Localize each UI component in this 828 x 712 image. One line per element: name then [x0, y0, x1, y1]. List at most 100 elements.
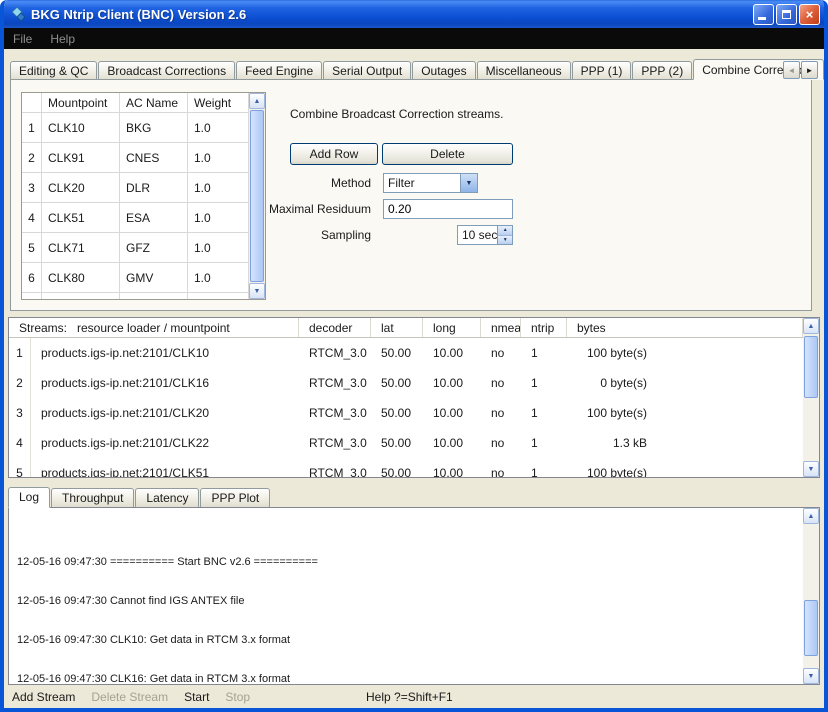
- scrollbar-thumb[interactable]: [804, 600, 818, 656]
- row-number: 2: [22, 143, 42, 173]
- cell-long: 10.00: [423, 458, 481, 477]
- header-bytes: bytes: [567, 318, 803, 337]
- cell-weight[interactable]: 1.0: [188, 113, 249, 143]
- scrollbar-track[interactable]: [803, 334, 819, 461]
- streams-scrollbar[interactable]: ▲ ▼: [803, 318, 819, 477]
- table-row[interactable]: 2 CLK91 CNES 1.0: [22, 143, 249, 173]
- table-row[interactable]: 6 CLK80 GMV 1.0: [22, 263, 249, 293]
- cell-ntrip: 1: [521, 338, 567, 368]
- cell-weight[interactable]: 1.0: [188, 233, 249, 263]
- cell-lat: 50.00: [371, 428, 423, 458]
- menu-file[interactable]: File: [4, 30, 41, 48]
- close-icon: ×: [806, 8, 814, 21]
- tab-ppp-2[interactable]: PPP (2): [632, 61, 692, 80]
- scroll-up-icon[interactable]: ▲: [803, 318, 819, 334]
- cell-ntrip: 1: [521, 458, 567, 477]
- menu-help[interactable]: Help: [41, 30, 84, 48]
- minimize-button[interactable]: [753, 4, 774, 25]
- cell-mountpoint[interactable]: CLK71: [42, 233, 120, 263]
- sampling-value: 10 sec: [458, 226, 497, 244]
- table-row[interactable]: 5 CLK71 GFZ 1.0: [22, 233, 249, 263]
- add-row-button[interactable]: Add Row: [290, 143, 378, 165]
- header-decoder: decoder: [299, 318, 371, 337]
- sampling-spinner[interactable]: 10 sec ▲ ▼: [457, 225, 513, 245]
- close-button[interactable]: ×: [799, 4, 820, 25]
- tab-log[interactable]: Log: [8, 487, 50, 508]
- row-number: 5: [22, 233, 42, 263]
- method-label: Method: [241, 176, 371, 190]
- cell-ac-name[interactable]: GFZ: [120, 233, 188, 263]
- streams-panel: Streams: resource loader / mountpoint de…: [8, 317, 820, 478]
- bnc-window: BKG Ntrip Client (BNC) Version 2.6 × Fil…: [0, 0, 828, 712]
- minimize-icon: [758, 17, 766, 20]
- tab-serial-output[interactable]: Serial Output: [323, 61, 411, 80]
- spin-up-icon[interactable]: ▲: [498, 226, 512, 236]
- scroll-up-icon[interactable]: ▲: [803, 508, 819, 524]
- cell-weight[interactable]: 1.0: [188, 173, 249, 203]
- maximize-button[interactable]: [776, 4, 797, 25]
- tab-outages[interactable]: Outages: [412, 61, 475, 80]
- add-stream-action[interactable]: Add Stream: [12, 690, 75, 704]
- titlebar[interactable]: BKG Ntrip Client (BNC) Version 2.6 ×: [4, 0, 824, 28]
- cell-mountpoint[interactable]: CLK91: [42, 143, 120, 173]
- tab-broadcast-corrections[interactable]: Broadcast Corrections: [98, 61, 235, 80]
- cell-ac-name[interactable]: GMV: [120, 263, 188, 293]
- tab-miscellaneous[interactable]: Miscellaneous: [477, 61, 571, 80]
- scrollbar-thumb[interactable]: [250, 110, 264, 282]
- log-panel: 12-05-16 09:47:30 ========== Start BNC v…: [8, 507, 820, 685]
- scroll-down-icon[interactable]: ▼: [249, 283, 265, 299]
- cell-ac-name[interactable]: ESA: [120, 203, 188, 233]
- start-action[interactable]: Start: [184, 690, 209, 704]
- app-icon: [10, 6, 26, 22]
- bottom-tabbar: Log Throughput Latency PPP Plot: [8, 487, 271, 507]
- cell-mountpoint[interactable]: CLK20: [42, 173, 120, 203]
- cell-mountpoint[interactable]: CLK80: [42, 263, 120, 293]
- help-hint: Help ?=Shift+F1: [366, 690, 453, 704]
- delete-button[interactable]: Delete: [382, 143, 513, 165]
- delete-stream-action: Delete Stream: [91, 690, 168, 704]
- cell-mountpoint[interactable]: CLK10: [42, 113, 120, 143]
- stream-row[interactable]: 3 products.igs-ip.net:2101/CLK20 RTCM_3.…: [9, 398, 803, 428]
- cell-ntrip: 1: [521, 368, 567, 398]
- scroll-down-icon[interactable]: ▼: [803, 461, 819, 477]
- stream-row[interactable]: 1 products.igs-ip.net:2101/CLK10 RTCM_3.…: [9, 338, 803, 368]
- maximal-residuum-input[interactable]: [383, 199, 513, 219]
- table-row[interactable]: 1 CLK10 BKG 1.0: [22, 113, 249, 143]
- stream-row[interactable]: 5 products.igs-ip.net:2101/CLK51 RTCM_3.…: [9, 458, 803, 477]
- chevron-down-icon[interactable]: ▼: [460, 174, 477, 192]
- tab-editing-qc[interactable]: Editing & QC: [10, 61, 97, 80]
- cell-ac-name[interactable]: CNES: [120, 143, 188, 173]
- cell-weight[interactable]: 1.0: [188, 143, 249, 173]
- stop-action: Stop: [225, 690, 250, 704]
- tab-feed-engine[interactable]: Feed Engine: [236, 61, 322, 80]
- stream-row[interactable]: 4 products.igs-ip.net:2101/CLK22 RTCM_3.…: [9, 428, 803, 458]
- cell-nmea: no: [481, 398, 521, 428]
- cell-weight[interactable]: 1.0: [188, 203, 249, 233]
- cell-bytes: 100 byte(s): [577, 466, 647, 477]
- cell-ac-name[interactable]: DLR: [120, 173, 188, 203]
- tab-scroll-right-button[interactable]: ►: [801, 61, 818, 79]
- cell-mountpoint[interactable]: CLK51: [42, 203, 120, 233]
- header-streams-mountpoint: Streams: resource loader / mountpoint: [9, 318, 299, 337]
- scrollbar-thumb[interactable]: [804, 336, 818, 398]
- tab-scroll-left-button[interactable]: ◄: [783, 61, 800, 79]
- cell-decoder: RTCM_3.0: [299, 458, 371, 477]
- spin-down-icon[interactable]: ▼: [498, 236, 512, 245]
- tab-throughput[interactable]: Throughput: [51, 488, 134, 507]
- cell-weight[interactable]: 1.0: [188, 263, 249, 293]
- log-scrollbar[interactable]: ▲ ▼: [803, 508, 819, 684]
- tab-ppp-plot[interactable]: PPP Plot: [200, 488, 270, 507]
- tab-latency[interactable]: Latency: [135, 488, 199, 507]
- cell-ac-name[interactable]: BKG: [120, 113, 188, 143]
- scrollbar-track[interactable]: [249, 109, 265, 283]
- table-row[interactable]: 4 CLK51 ESA 1.0: [22, 203, 249, 233]
- scroll-up-icon[interactable]: ▲: [249, 93, 265, 109]
- combination-table-scrollbar[interactable]: ▲ ▼: [249, 93, 265, 299]
- method-combobox[interactable]: Filter ▼: [383, 173, 478, 193]
- tab-ppp-1[interactable]: PPP (1): [572, 61, 632, 80]
- scrollbar-track[interactable]: [803, 524, 819, 668]
- table-row[interactable]: 3 CLK20 DLR 1.0: [22, 173, 249, 203]
- header-long: long: [423, 318, 481, 337]
- stream-row[interactable]: 2 products.igs-ip.net:2101/CLK16 RTCM_3.…: [9, 368, 803, 398]
- scroll-down-icon[interactable]: ▼: [803, 668, 819, 684]
